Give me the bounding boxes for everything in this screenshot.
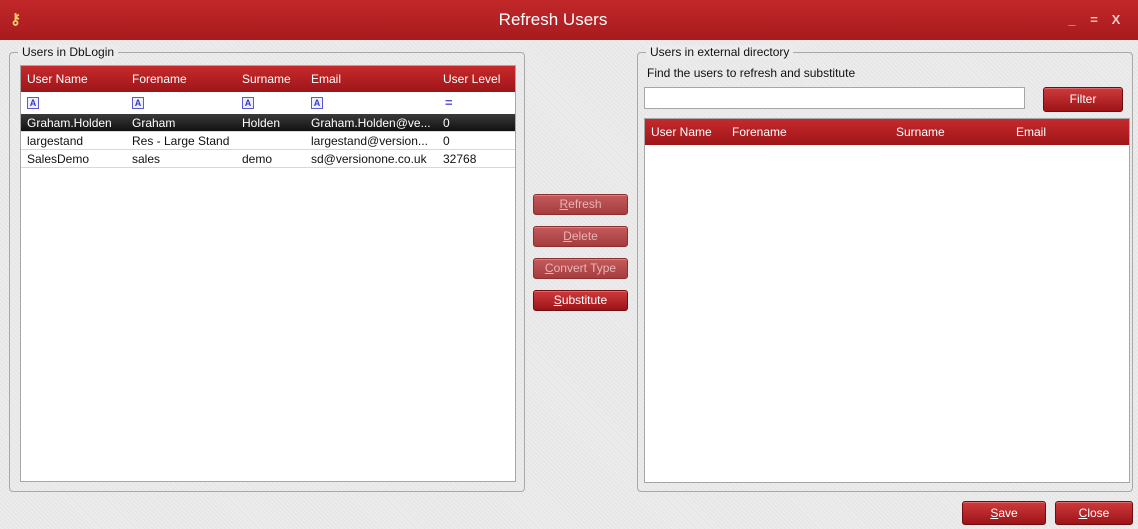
convert-type-label: onvert Type [553, 261, 617, 275]
column-header-user-name[interactable]: User Name [27, 66, 88, 92]
equals-filter-icon[interactable]: = [445, 95, 453, 110]
cell-forename: sales [132, 152, 161, 166]
cell-user-name: largestand [27, 134, 84, 148]
cell-forename: Res - Large Stand [132, 134, 230, 148]
substitute-button[interactable]: Substitute [533, 290, 628, 311]
external-users-list-header: User Name Forename Surname Email [645, 119, 1129, 145]
window-title: Refresh Users [498, 10, 608, 29]
dblogin-users-group-label: Users in DbLogin [18, 45, 119, 59]
delete-label: elete [571, 229, 598, 243]
close-window-button[interactable]: X [1108, 12, 1124, 28]
maximize-button[interactable]: = [1086, 12, 1102, 28]
minimize-button[interactable]: _ [1064, 12, 1080, 28]
save-button[interactable]: Save [962, 501, 1046, 525]
close-button[interactable]: Close [1055, 501, 1133, 525]
cell-surname: Holden [242, 116, 281, 130]
cell-forename: Graham [132, 116, 176, 130]
cell-surname: demo [242, 152, 273, 166]
cell-email: Graham.Holden@ve... [311, 116, 431, 130]
column-header-email[interactable]: Email [311, 66, 341, 92]
cell-user-level: 0 [443, 134, 450, 148]
column-header-surname[interactable]: Surname [896, 119, 945, 145]
cell-user-level: 0 [443, 116, 450, 130]
column-header-user-level[interactable]: User Level [443, 66, 500, 92]
table-row[interactable]: SalesDemo sales demo sd@versionone.co.uk… [21, 150, 515, 168]
cell-email: largestand@version... [311, 134, 428, 148]
save-label: ave [998, 506, 1018, 520]
column-header-user-name[interactable]: User Name [651, 119, 712, 145]
external-users-list[interactable]: User Name Forename Surname Email [644, 118, 1130, 483]
substitute-accelerator: S [553, 293, 562, 307]
search-input[interactable] [644, 87, 1025, 109]
close-label: lose [1087, 506, 1110, 520]
convert-type-accelerator: C [544, 261, 554, 275]
table-row[interactable]: largestand Res - Large Stand largestand@… [21, 132, 515, 150]
cell-email: sd@versionone.co.uk [311, 152, 427, 166]
convert-type-button[interactable]: Convert Type [533, 258, 628, 279]
cell-user-name: SalesDemo [27, 152, 90, 166]
refresh-accelerator: R [559, 197, 569, 211]
dblogin-users-list[interactable]: User Name Forename Surname Email User Le… [20, 65, 516, 482]
refresh-label: efresh [568, 197, 602, 211]
cell-user-name: Graham.Holden [27, 116, 112, 130]
column-header-surname[interactable]: Surname [242, 66, 291, 92]
title-bar[interactable]: ⚷ Refresh Users _ = X [0, 0, 1138, 40]
text-filter-icon[interactable]: A [132, 97, 144, 109]
text-filter-icon[interactable]: A [242, 97, 254, 109]
text-filter-icon[interactable]: A [311, 97, 323, 109]
table-row[interactable]: Graham.Holden Graham Holden Graham.Holde… [21, 114, 515, 132]
filter-button[interactable]: Filter [1043, 87, 1123, 112]
refresh-button[interactable]: Refresh [533, 194, 628, 215]
column-header-forename[interactable]: Forename [732, 119, 787, 145]
text-filter-icon[interactable]: A [27, 97, 39, 109]
dblogin-users-list-header: User Name Forename Surname Email User Le… [21, 66, 515, 92]
delete-button[interactable]: Delete [533, 226, 628, 247]
column-header-email[interactable]: Email [1016, 119, 1046, 145]
cell-user-level: 32768 [443, 152, 477, 166]
delete-accelerator: D [563, 229, 572, 243]
column-header-forename[interactable]: Forename [132, 66, 187, 92]
search-instruction: Find the users to refresh and substitute [647, 66, 856, 80]
filter-row: A A A A = [21, 92, 515, 114]
substitute-label: ubstitute [561, 293, 608, 307]
external-users-group-label: Users in external directory [646, 45, 794, 59]
